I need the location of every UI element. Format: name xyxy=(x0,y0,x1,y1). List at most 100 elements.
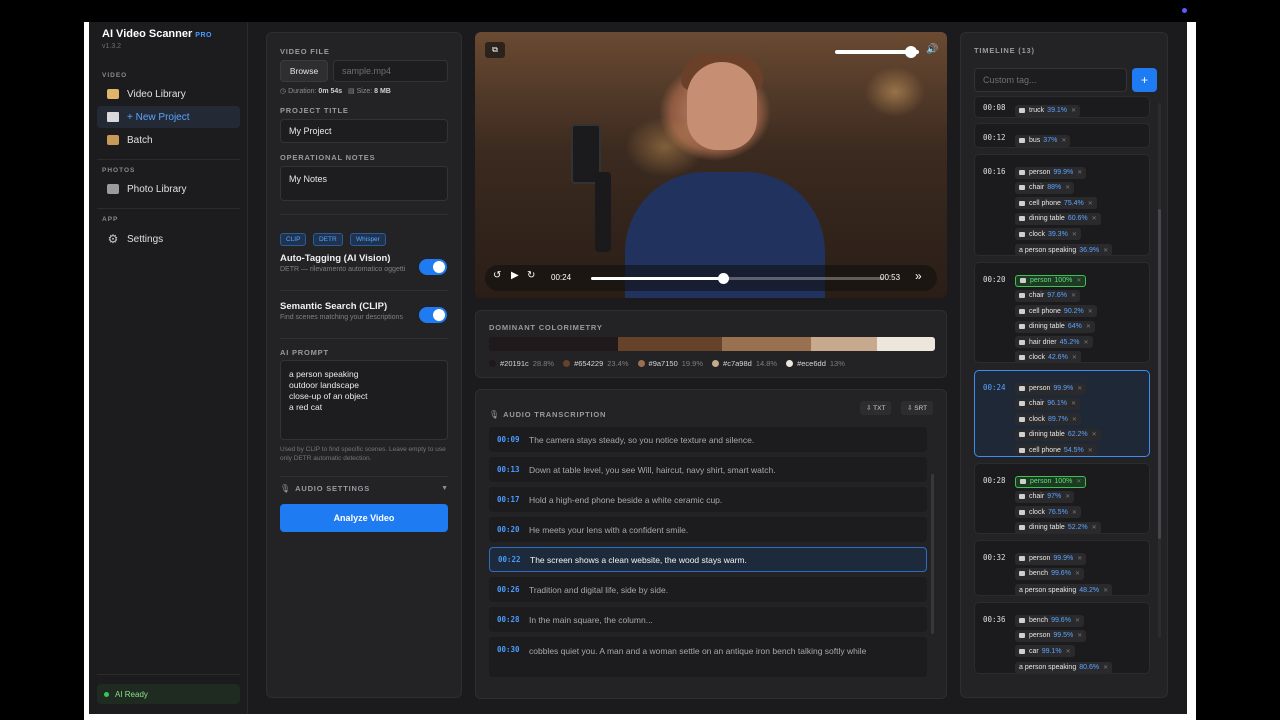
remove-tag-icon[interactable]: ✕ xyxy=(1071,292,1076,299)
transcript-time: 00:22 xyxy=(498,555,521,564)
rewind-icon[interactable]: ↺ xyxy=(493,270,501,281)
remove-tag-icon[interactable]: ✕ xyxy=(1083,339,1088,346)
timeline-timestamp: 00:12 xyxy=(983,133,1006,142)
detection-tag[interactable]: bus 37% ✕ xyxy=(1015,134,1071,147)
remove-tag-icon[interactable]: ✕ xyxy=(1092,215,1097,222)
remove-tag-icon[interactable]: ✕ xyxy=(1092,431,1097,438)
remove-tag-icon[interactable]: ✕ xyxy=(1086,323,1091,330)
detection-tag[interactable]: clock 42.6% ✕ xyxy=(1015,351,1081,364)
remove-tag-icon[interactable]: ✕ xyxy=(1071,400,1076,407)
remove-tag-icon[interactable]: ✕ xyxy=(1065,184,1070,191)
timeline-card[interactable]: 00:24 person 99.9% ✕ chair 96.1% ✕ clock 89.7% ✕ d… xyxy=(974,370,1150,457)
sidebar: AI Video Scanner PRO v1.3.2 VIDEO Video L… xyxy=(89,22,248,714)
tag-name: person xyxy=(1029,385,1051,392)
notes-textarea[interactable]: My Notes xyxy=(280,166,448,201)
remove-tag-icon[interactable]: ✕ xyxy=(1088,447,1093,454)
audio-settings-toggle[interactable]: 🎙 AUDIO SETTINGS ▼ xyxy=(280,484,448,493)
remove-tag-icon[interactable]: ✕ xyxy=(1103,247,1108,254)
remove-tag-icon[interactable]: ✕ xyxy=(1077,632,1082,639)
custom-tag-input[interactable]: Custom tag... xyxy=(974,68,1127,92)
remove-tag-icon[interactable]: ✕ xyxy=(1075,570,1080,577)
ai-prompt-textarea[interactable]: a person speaking outdoor landscape clos… xyxy=(280,360,448,440)
timeline-card[interactable]: 00:08 truck 39.1% ✕ xyxy=(974,96,1150,118)
remove-tag-icon[interactable]: ✕ xyxy=(1076,277,1081,284)
transcript-row[interactable]: 00:22 The screen shows a clean website, t… xyxy=(489,547,927,572)
remove-tag-icon[interactable]: ✕ xyxy=(1072,354,1077,361)
remove-tag-icon[interactable]: ✕ xyxy=(1077,555,1082,562)
remove-tag-icon[interactable]: ✕ xyxy=(1103,664,1108,671)
timeline-card[interactable]: 00:16 person 99.9% ✕ chair 88% ✕ cell phone 75.4… xyxy=(974,154,1150,257)
timeline-card[interactable]: 00:20 person 100% ✕ chair 97.6% ✕ cell phone 90.… xyxy=(974,262,1150,364)
analyze-video-button[interactable]: Analyze Video xyxy=(280,504,448,532)
remove-tag-icon[interactable]: ✕ xyxy=(1092,524,1097,531)
detection-tag[interactable]: dining table 52.2% ✕ xyxy=(1015,521,1101,534)
transcript-row[interactable]: 00:20 He meets your lens with a confident… xyxy=(489,517,927,542)
transcript-row[interactable]: 00:17 Hold a high-end phone beside a whit… xyxy=(489,487,927,512)
auto-tagging-toggle[interactable] xyxy=(419,259,447,275)
transcript-row[interactable]: 00:09 The camera stays steady, so you not… xyxy=(489,427,927,452)
microphone-icon: 🎙 xyxy=(489,410,500,419)
file-name-field[interactable]: sample.mp4 xyxy=(333,60,448,82)
browse-button[interactable]: Browse xyxy=(280,60,328,82)
tag-name: bus xyxy=(1029,137,1041,144)
timeline-card[interactable]: 00:28 person 100% ✕ chair 97% ✕ clock 76.5% ✕ dini… xyxy=(974,463,1150,534)
detection-tag[interactable]: cell phone 54.5% ✕ xyxy=(1015,444,1097,457)
timeline-scroll-thumb[interactable] xyxy=(1158,209,1161,539)
transcript-row[interactable]: 00:30 cobbles quiet you. A man and a woma… xyxy=(489,637,927,677)
detection-tag[interactable]: dining table 64% ✕ xyxy=(1015,320,1095,333)
semantic-search-toggle[interactable] xyxy=(419,307,447,323)
download-srt-button[interactable]: ⇩ SRT xyxy=(901,401,934,415)
remove-tag-icon[interactable]: ✕ xyxy=(1072,509,1077,516)
sidebar-item-settings[interactable]: ⚙ Settings xyxy=(97,228,240,250)
video-player[interactable]: ⧉ 🔊 ↺ ▶ ↻ 00:24 00:53 » xyxy=(475,32,947,298)
remove-tag-icon[interactable]: ✕ xyxy=(1061,137,1066,144)
project-title-input[interactable]: My Project xyxy=(280,119,448,143)
download-txt-button[interactable]: ⇩ TXT xyxy=(860,401,892,415)
remove-tag-icon[interactable]: ✕ xyxy=(1072,416,1077,423)
object-icon xyxy=(1019,170,1025,175)
detection-tag[interactable]: a person speaking 36.9% ✕ xyxy=(1015,244,1113,257)
remove-tag-icon[interactable]: ✕ xyxy=(1066,648,1071,655)
remove-tag-icon[interactable]: ✕ xyxy=(1088,308,1093,315)
detection-tag[interactable]: dining table 60.6% ✕ xyxy=(1015,212,1101,225)
transcript-row[interactable]: 00:26 Tradition and digital life, side by… xyxy=(489,577,927,602)
sidebar-item-photo-library[interactable]: Photo Library xyxy=(97,178,240,200)
detection-tag[interactable]: dining table 62.2% ✕ xyxy=(1015,428,1101,441)
skip-forward-icon[interactable]: » xyxy=(915,269,922,283)
semantic-search-title: Semantic Search (CLIP) xyxy=(280,301,388,312)
detection-tag[interactable]: a person speaking 48.2% ✕ xyxy=(1015,584,1113,597)
remove-tag-icon[interactable]: ✕ xyxy=(1072,231,1077,238)
color-percent: 23.4% xyxy=(607,359,629,368)
sidebar-item-new-project[interactable]: + New Project xyxy=(97,106,240,128)
sidebar-item-video-library[interactable]: Video Library xyxy=(97,83,240,105)
add-tag-button[interactable]: + xyxy=(1132,68,1157,92)
seek-knob[interactable] xyxy=(718,273,730,284)
transcript-row[interactable]: 00:28 In the main square, the column... xyxy=(489,607,927,632)
detection-tag[interactable]: truck 39.1% ✕ xyxy=(1015,104,1081,117)
timeline-timestamp: 00:16 xyxy=(983,167,1006,176)
timeline-card[interactable]: 00:36 bench 99.6% ✕ person 99.5% ✕ car 99.1% ✕ a p… xyxy=(974,602,1150,674)
transcript-text: Down at table level, you see Will, hairc… xyxy=(529,464,776,475)
remove-tag-icon[interactable]: ✕ xyxy=(1071,107,1076,114)
timeline-card[interactable]: 00:12 bus 37% ✕ xyxy=(974,123,1150,148)
tag-name: clock xyxy=(1029,508,1045,516)
tag-name: clock xyxy=(1029,230,1045,238)
speaker-icon[interactable]: 🔊 xyxy=(926,44,938,55)
transcript-row[interactable]: 00:13 Down at table level, you see Will, … xyxy=(489,457,927,482)
volume-knob[interactable] xyxy=(904,46,917,58)
remove-tag-icon[interactable]: ✕ xyxy=(1103,587,1108,594)
transcription-scrollbar[interactable] xyxy=(931,474,934,634)
detection-tag[interactable]: a person speaking 80.6% ✕ xyxy=(1015,661,1113,674)
chevron-down-icon: ▼ xyxy=(441,485,448,492)
forward-icon[interactable]: ↻ xyxy=(527,270,535,281)
remove-tag-icon[interactable]: ✕ xyxy=(1065,493,1070,500)
remove-tag-icon[interactable]: ✕ xyxy=(1077,169,1082,176)
remove-tag-icon[interactable]: ✕ xyxy=(1075,617,1080,624)
remove-tag-icon[interactable]: ✕ xyxy=(1077,385,1082,392)
remove-tag-icon[interactable]: ✕ xyxy=(1076,478,1081,485)
remove-tag-icon[interactable]: ✕ xyxy=(1088,200,1093,207)
play-icon[interactable]: ▶ xyxy=(511,270,519,281)
sidebar-item-batch[interactable]: Batch xyxy=(97,129,240,151)
picture-in-picture-icon[interactable]: ⧉ xyxy=(485,42,505,58)
timeline-card[interactable]: 00:32 person 99.9% ✕ bench 99.6% ✕ a person spe… xyxy=(974,540,1150,597)
